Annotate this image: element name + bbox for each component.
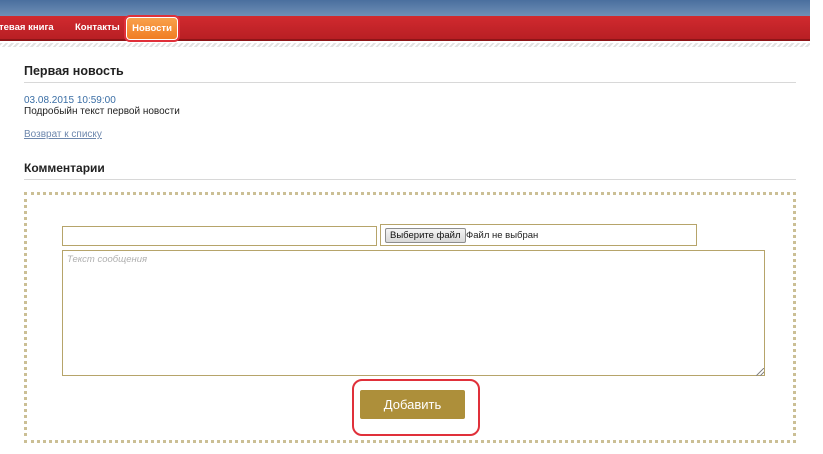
name-input[interactable] [62,226,377,246]
header-top-stripe [0,0,810,16]
main-nav-bar: тевая книга Контакты [0,16,810,41]
comment-form: Выберите файл Файл не выбран Добавить [24,192,796,443]
nav-item-news-highlight[interactable]: Новости [124,15,180,42]
add-comment-button[interactable]: Добавить [360,390,465,419]
news-date: 03.08.2015 10:59:00 [24,95,116,106]
file-status-label: Файл не выбран [466,230,539,241]
choose-file-button[interactable]: Выберите файл [385,228,466,243]
nav-divider [0,43,810,47]
nav-item-news[interactable]: Новости [127,18,177,39]
file-upload-field[interactable]: Выберите файл Файл не выбран [380,224,697,246]
message-textarea[interactable] [62,250,765,376]
divider [24,179,796,180]
nav-item-contacts[interactable]: Контакты [75,22,120,36]
divider [24,82,796,83]
resize-handle-icon[interactable] [756,368,764,376]
nav-item-guestbook[interactable]: тевая книга [0,22,54,36]
news-body: Подробыйн текст первой новости [24,106,180,117]
news-title: Первая новость [24,64,124,78]
back-to-list-link[interactable]: Возврат к списку [24,129,102,140]
comments-title: Комментарии [24,161,105,175]
